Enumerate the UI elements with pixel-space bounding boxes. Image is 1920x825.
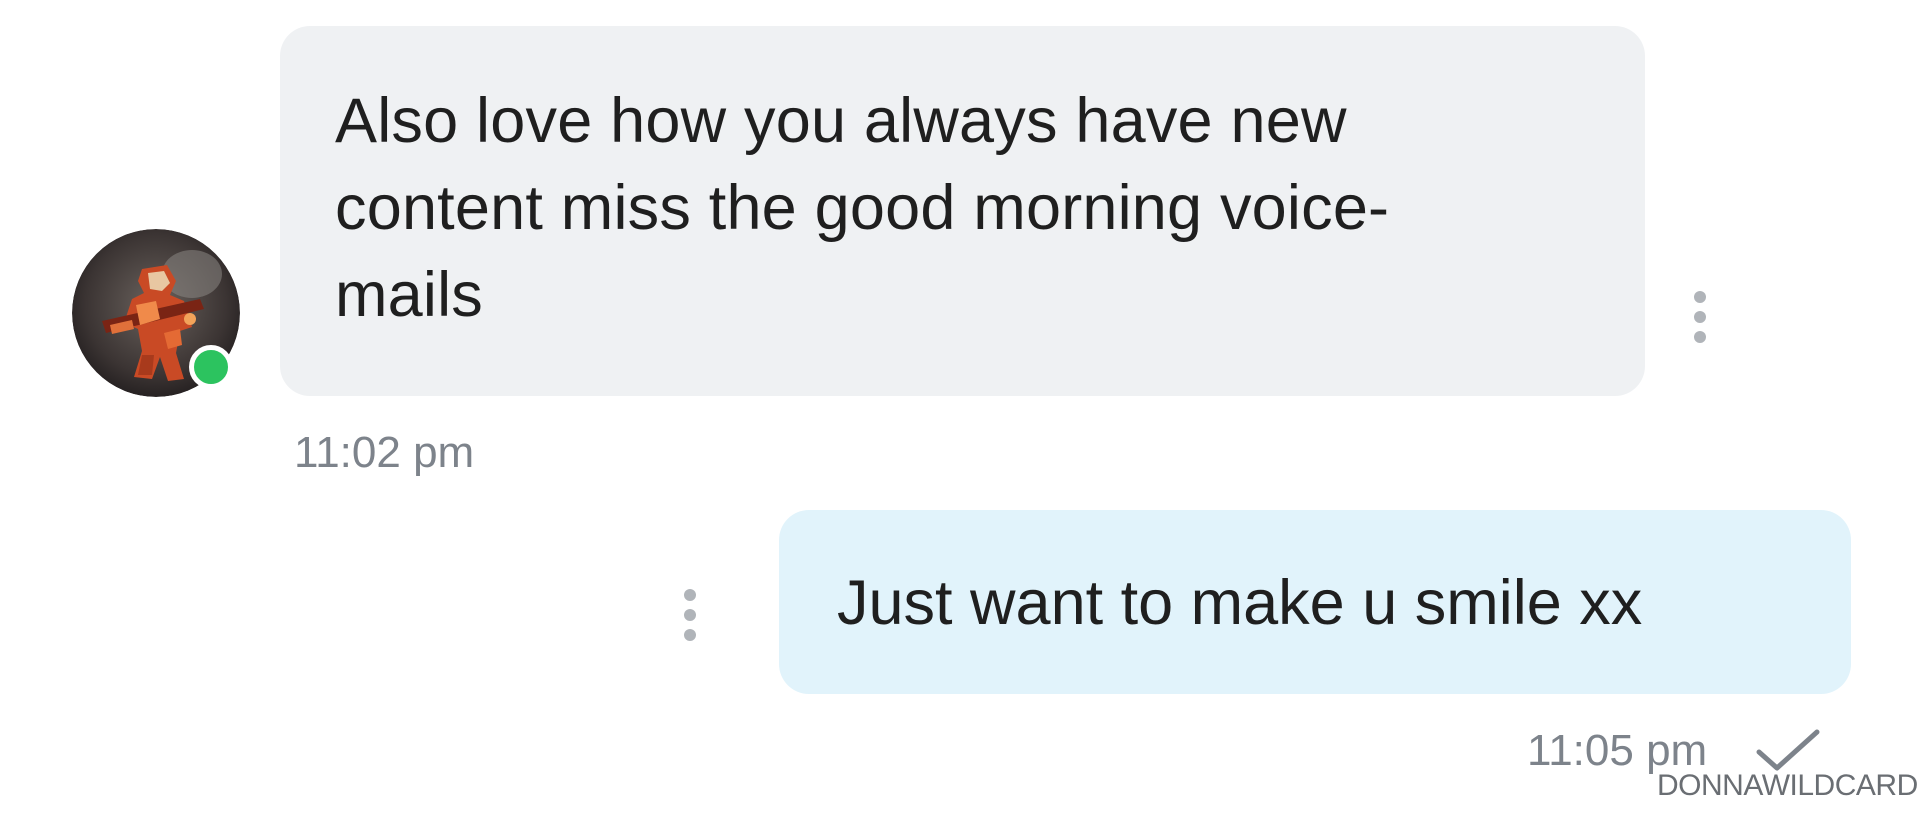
more-vertical-icon[interactable] [1693, 290, 1707, 344]
outgoing-message-text: Just want to make u smile xx [837, 568, 1643, 638]
watermark-text: DONNAWILDCARD [1657, 769, 1918, 802]
incoming-message-text: Also love how you always have new conten… [335, 86, 1390, 330]
sender-avatar[interactable] [72, 229, 240, 397]
outgoing-message-bubble[interactable]: Just want to make u smile xx [779, 510, 1851, 694]
chat-thread: Also love how you always have new conten… [0, 0, 1920, 825]
incoming-message-bubble[interactable]: Also love how you always have new conten… [280, 26, 1645, 396]
more-vertical-icon[interactable] [683, 588, 697, 642]
online-status-indicator [189, 345, 233, 389]
incoming-message-time: 11:02 pm [294, 428, 475, 477]
